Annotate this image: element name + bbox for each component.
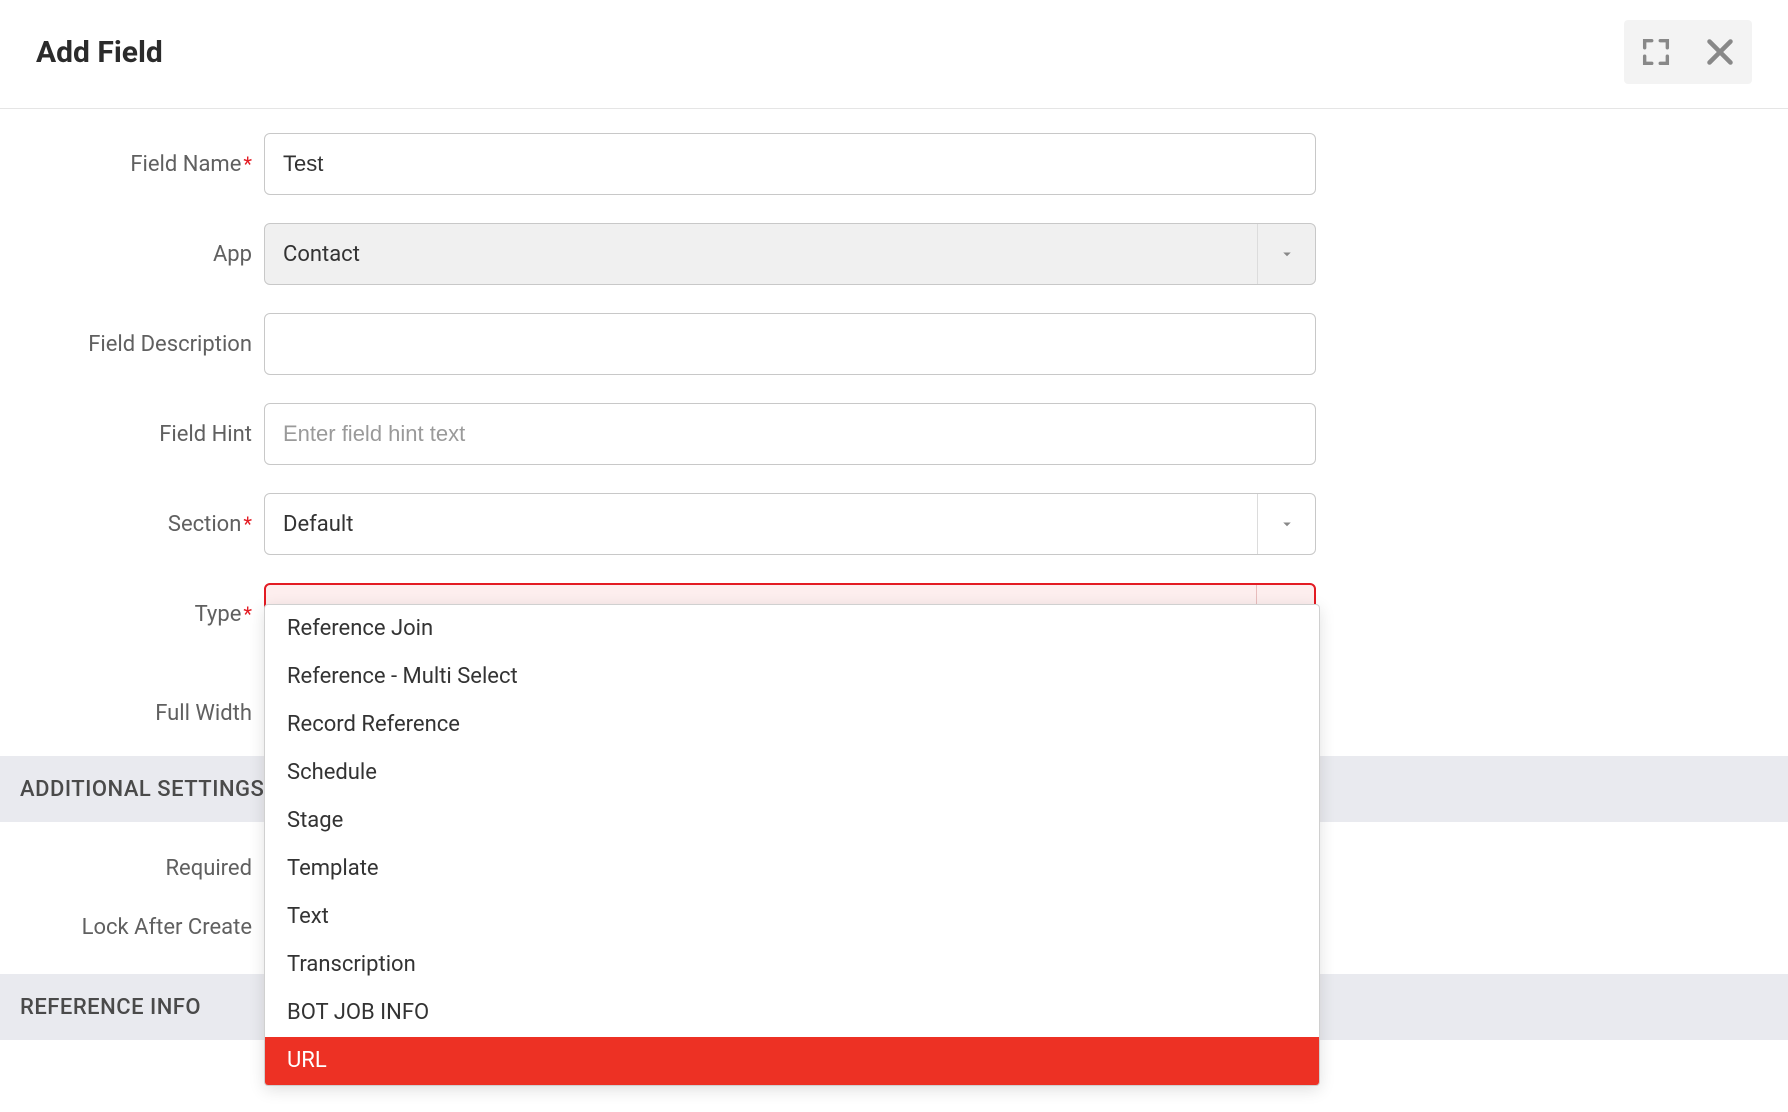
label-lock-after-create: Lock After Create — [20, 915, 264, 940]
label-section: Section* — [20, 512, 264, 537]
header-actions — [1624, 20, 1752, 84]
label-field-hint: Field Hint — [20, 422, 264, 447]
type-option[interactable]: Template — [265, 845, 1319, 893]
required-mark: * — [243, 602, 252, 626]
row-field-description: Field Description — [0, 313, 1788, 375]
row-field-hint: Field Hint — [0, 403, 1788, 465]
section-select[interactable]: Default — [264, 493, 1316, 555]
type-option[interactable]: Reference Join — [265, 605, 1319, 653]
app-select[interactable]: Contact — [264, 223, 1316, 285]
type-option[interactable]: URL — [265, 1037, 1319, 1085]
label-field-description: Field Description — [20, 332, 264, 357]
field-name-input[interactable] — [264, 133, 1316, 195]
type-option[interactable]: BOT JOB INFO — [265, 989, 1319, 1037]
label-full-width: Full Width — [20, 701, 264, 726]
type-option[interactable]: Stage — [265, 797, 1319, 845]
label-required: Required — [20, 856, 264, 881]
expand-icon[interactable] — [1624, 20, 1688, 84]
type-option[interactable]: Record Reference — [265, 701, 1319, 749]
type-option[interactable]: Reference - Multi Select — [265, 653, 1319, 701]
chevron-down-icon — [1257, 494, 1315, 554]
field-hint-input[interactable] — [264, 403, 1316, 465]
label-field-name: Field Name* — [20, 152, 264, 177]
section-select-value: Default — [265, 512, 1257, 537]
type-option[interactable]: Schedule — [265, 749, 1319, 797]
close-icon[interactable] — [1688, 20, 1752, 84]
label-type: Type* — [20, 602, 264, 627]
required-mark: * — [243, 512, 252, 536]
app-select-value: Contact — [265, 242, 1257, 267]
row-section: Section* Default — [0, 493, 1788, 555]
required-mark: * — [243, 152, 252, 176]
type-dropdown-panel: Reference JoinReference - Multi SelectRe… — [264, 604, 1320, 1086]
label-app: App — [20, 242, 264, 267]
row-field-name: Field Name* — [0, 133, 1788, 195]
type-option[interactable]: Transcription — [265, 941, 1319, 989]
modal-title: Add Field — [36, 35, 163, 70]
type-option[interactable]: Text — [265, 893, 1319, 941]
field-description-input[interactable] — [264, 313, 1316, 375]
row-app: App Contact — [0, 223, 1788, 285]
modal-header: Add Field — [0, 0, 1788, 109]
chevron-down-icon — [1257, 224, 1315, 284]
